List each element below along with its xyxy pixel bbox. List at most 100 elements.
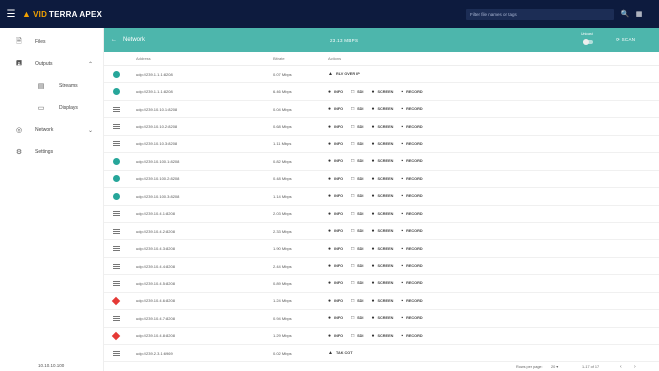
record-button[interactable]: ▪ RECORD [401,141,422,147]
sidebar-item-displays[interactable]: ▭ Displays [0,97,103,119]
table-row[interactable]: udp://239.10.4.2:8208 2.33 Mbps ● INFO □ SDI ●… [104,223,659,241]
table-row[interactable]: udp://239.10.100.2:8208 0.48 Mbps ● INFO □ SD… [104,171,659,189]
sidebar-item-outputs[interactable]: 🖪 Outputs ⌃ [0,53,103,75]
screen-button[interactable]: ● SCREEN [371,333,393,339]
sdi-button[interactable]: □ SDI [351,280,363,286]
sdi-button[interactable]: □ SDI [351,141,363,147]
info-button[interactable]: ● INFO [328,298,343,304]
record-button[interactable]: ▪ RECORD [401,280,422,286]
table-row[interactable]: udp://239.10.10.2:8208 0.68 Mbps ● INFO □ SDI… [104,118,659,136]
record-button[interactable]: ▪ RECORD [401,333,422,339]
info-button[interactable]: ● INFO [328,211,343,217]
sdi-button[interactable]: □ SDI [351,333,363,339]
screen-button[interactable]: ● SCREEN [371,211,393,217]
record-button[interactable]: ▪ RECORD [401,315,422,321]
sdi-button[interactable]: □ SDI [351,315,363,321]
record-button[interactable]: ▪ RECORD [401,263,422,269]
screen-button[interactable]: ● SCREEN [371,193,393,199]
sidebar-item-streams[interactable]: ▤ Streams [0,75,103,97]
record-button[interactable]: ▪ RECORD [401,298,422,304]
info-button[interactable]: ● INFO [328,315,343,321]
screen-button[interactable]: ● SCREEN [371,263,393,269]
sdi-button[interactable]: □ SDI [351,193,363,199]
sdi-button[interactable]: □ SDI [351,106,363,112]
record-button[interactable]: ▪ RECORD [401,106,422,112]
info-button[interactable]: ● INFO [328,124,343,130]
record-button[interactable]: ▪ RECORD [401,89,422,95]
table-row[interactable]: udp://239.1.1.1:8208 0.07 Mbps ▲ RLV OVER I… [104,66,659,84]
sidebar-item-files[interactable]: 🗎 Files [0,31,103,53]
table-row[interactable]: udp://239.10.4.8:8208 1.29 Mbps ● INFO □ SDI ●… [104,328,659,345]
table-row[interactable]: udp://239.10.4.1:8208 2.03 Mbps ● INFO □ SDI ●… [104,206,659,223]
next-page-icon[interactable]: › [634,364,636,370]
table-row[interactable]: udp://239.10.10.3:8208 1.11 Mbps ● INFO □ SDI… [104,136,659,154]
table-row[interactable]: udp://239.10.100.1:8208 0.82 Mbps ● INFO □ SD… [104,153,659,171]
stream-address: udp://239.10.10.1:8208 [136,106,178,112]
table-row[interactable]: udp://239.10.4.3:8208 1.90 Mbps ● INFO □ SDI ●… [104,240,659,258]
table-row[interactable]: udp://239.10.4.6:8208 1.24 Mbps ● INFO □ SDI ●… [104,293,659,311]
rows-per-page-select[interactable]: 20 ▾ [551,364,558,370]
scan-button[interactable]: ⟳ SCAN [616,37,635,43]
back-arrow-icon[interactable]: ← [107,37,121,43]
screen-button[interactable]: ● SCREEN [371,124,393,130]
grid-view-icon[interactable]: ▦ [634,9,644,19]
info-button[interactable]: ● INFO [328,333,343,339]
info-button-label: INFO [334,159,344,164]
screen-button[interactable]: ● SCREEN [371,246,393,252]
record-button[interactable]: ▪ RECORD [401,228,422,234]
screen-button[interactable]: ● SCREEN [371,158,393,164]
table-row[interactable]: udp://239.2.3.1:6969 0.02 Mbps ▲ TAK COT [104,345,659,363]
sidebar-item-settings[interactable]: ⚙ Settings [0,141,103,163]
screen-button[interactable]: ● SCREEN [371,228,393,234]
info-button[interactable]: ● INFO [328,158,343,164]
search-box[interactable] [466,9,614,20]
play-stream-button[interactable]: ▲ RLV OVER IP [328,71,360,77]
sdi-button[interactable]: □ SDI [351,89,363,95]
sdi-button[interactable]: □ SDI [351,263,363,269]
record-button[interactable]: ▪ RECORD [401,193,422,199]
chevron-down-icon[interactable]: ⌄ [88,127,93,134]
screen-button[interactable]: ● SCREEN [371,176,393,182]
screen-button[interactable]: ● SCREEN [371,89,393,95]
sdi-button[interactable]: □ SDI [351,158,363,164]
info-button[interactable]: ● INFO [328,193,343,199]
record-button[interactable]: ▪ RECORD [401,124,422,130]
search-icon[interactable]: 🔍 [620,9,630,19]
screen-button[interactable]: ● SCREEN [371,298,393,304]
search-input[interactable] [470,10,610,19]
record-button[interactable]: ▪ RECORD [401,158,422,164]
sdi-button[interactable]: □ SDI [351,298,363,304]
record-button[interactable]: ▪ RECORD [401,246,422,252]
sdi-button[interactable]: □ SDI [351,124,363,130]
previous-page-icon[interactable]: ‹ [620,364,622,370]
table-row[interactable]: udp://239.1.1.1:8208 6.46 Mbps ● INFO □ SDI ● S… [104,83,659,101]
sdi-button[interactable]: □ SDI [351,211,363,217]
sdi-button[interactable]: □ SDI [351,228,363,234]
table-row[interactable]: udp://239.10.4.4:8208 2.44 Mbps ● INFO □ SDI ●… [104,258,659,276]
sidebar-item-network[interactable]: ◎ Network ⌄ [0,119,103,141]
sdi-button[interactable]: □ SDI [351,246,363,252]
table-row[interactable]: udp://239.10.100.3:8208 1.14 Mbps ● INFO □ SD… [104,188,659,206]
hamburger-menu-icon[interactable]: ☰ [0,0,22,28]
screen-button[interactable]: ● SCREEN [371,106,393,112]
record-button[interactable]: ▪ RECORD [401,176,422,182]
info-button[interactable]: ● INFO [328,280,343,286]
table-row[interactable]: udp://239.10.4.7:8208 0.94 Mbps ● INFO □ SDI ●… [104,310,659,328]
info-button[interactable]: ● INFO [328,246,343,252]
info-button[interactable]: ● INFO [328,228,343,234]
chevron-up-icon[interactable]: ⌃ [88,61,93,68]
info-button[interactable]: ● INFO [328,141,343,147]
unicast-toggle[interactable] [583,39,593,45]
sdi-button[interactable]: □ SDI [351,176,363,182]
info-button[interactable]: ● INFO [328,176,343,182]
screen-button[interactable]: ● SCREEN [371,280,393,286]
table-row[interactable]: udp://239.10.4.5:8208 0.89 Mbps ● INFO □ SDI ●… [104,275,659,293]
table-row[interactable]: udp://239.10.10.1:8208 0.04 Mbps ● INFO □ SDI… [104,101,659,119]
record-button[interactable]: ▪ RECORD [401,211,422,217]
info-button[interactable]: ● INFO [328,106,343,112]
screen-button[interactable]: ● SCREEN [371,315,393,321]
screen-button[interactable]: ● SCREEN [371,141,393,147]
play-stream-button[interactable]: ▲ TAK COT [328,350,353,356]
info-button[interactable]: ● INFO [328,89,343,95]
info-button[interactable]: ● INFO [328,263,343,269]
